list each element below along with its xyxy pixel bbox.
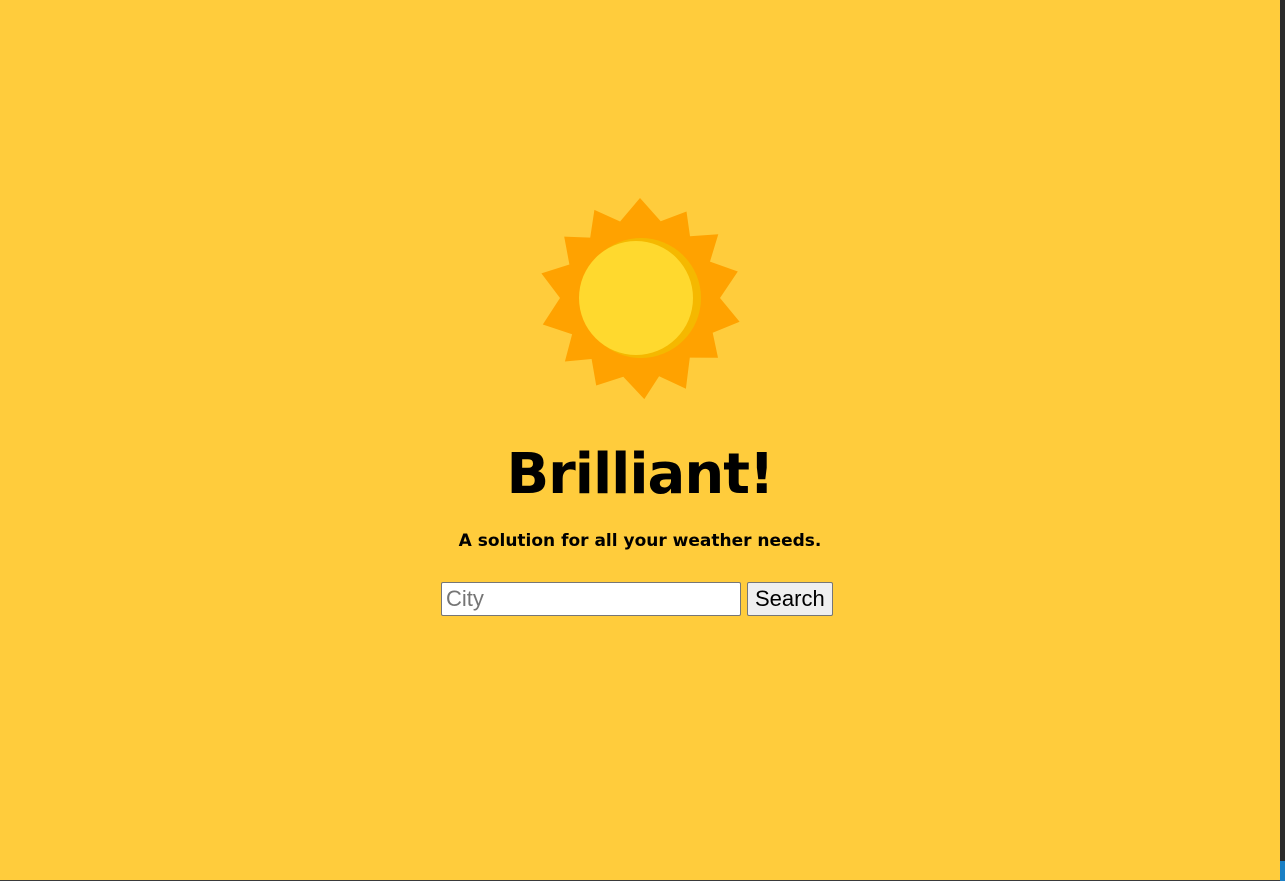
search-button[interactable]: Search xyxy=(747,582,833,616)
taskbar-corner-indicator xyxy=(1280,861,1285,881)
search-form: Search xyxy=(441,582,833,616)
window-scrollbar-edge xyxy=(1280,0,1285,881)
page-background: Brilliant! A solution for all your weath… xyxy=(0,0,1280,881)
tagline: A solution for all your weather needs. xyxy=(458,531,822,551)
city-search-input[interactable] xyxy=(441,582,741,616)
page-title: Brilliant! xyxy=(506,442,774,507)
sun-disc xyxy=(579,241,693,355)
sun-icon xyxy=(541,198,740,400)
